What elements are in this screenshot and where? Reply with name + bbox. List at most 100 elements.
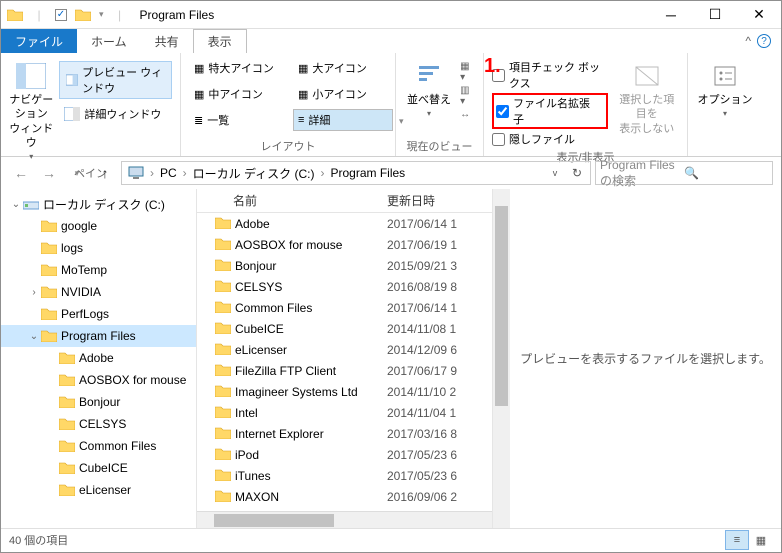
icons-view-button[interactable]: ▦ <box>749 530 773 550</box>
preview-pane: プレビューを表示するファイルを選択します。 <box>510 189 781 528</box>
details-pane-button[interactable]: 詳細ウィンドウ <box>59 103 172 125</box>
list-item[interactable]: Imagineer Systems Ltd2014/11/10 2 <box>197 381 492 402</box>
refresh-button[interactable]: ↻ <box>566 162 588 184</box>
address-dropdown[interactable]: v <box>544 162 566 184</box>
tree-item[interactable]: ⌄Program Files <box>1 325 196 347</box>
folder-icon <box>41 263 57 277</box>
sizecols[interactable]: ↔ <box>460 109 475 120</box>
item-checkboxes-checkbox[interactable]: 項目チェック ボックス <box>492 59 608 91</box>
tree-item[interactable]: Common Files <box>1 435 196 457</box>
cols-dropdown[interactable]: ▥ ▾ <box>460 85 475 107</box>
file-tab[interactable]: ファイル <box>1 29 77 53</box>
folder-qat-icon[interactable] <box>75 7 91 23</box>
list-item[interactable]: eLicenser2014/12/09 6 <box>197 339 492 360</box>
expander-icon[interactable]: ⌄ <box>27 331 41 342</box>
expander-icon[interactable]: › <box>27 287 41 298</box>
hidden-files-checkbox[interactable]: 隠しファイル <box>492 131 608 147</box>
titlebar: | ✓ ▾ | Program Files ─ ☐ ✕ <box>1 1 781 29</box>
breadcrumb-folder[interactable]: Program Files <box>327 162 410 184</box>
list-item[interactable]: Adobe2017/06/14 1 <box>197 213 492 234</box>
address-bar[interactable]: › PC › ローカル ディスク (C:) › Program Files v … <box>121 161 591 185</box>
collapse-ribbon-button[interactable]: ^ <box>745 34 751 48</box>
file-date: 2014/11/10 2 <box>387 385 477 399</box>
back-button[interactable]: ← <box>9 161 33 185</box>
share-tab[interactable]: 共有 <box>141 29 193 53</box>
expander-icon[interactable]: ⌄ <box>9 199 23 210</box>
qat-dropdown[interactable]: ▾ <box>99 9 104 20</box>
history-dropdown[interactable]: ▾ <box>65 161 89 185</box>
file-date: 2016/09/06 2 <box>387 490 477 504</box>
list-item[interactable]: Internet Explorer2017/03/16 8 <box>197 423 492 444</box>
filename-extensions-checkbox[interactable]: ファイル名拡張子 <box>492 93 608 129</box>
tree-item[interactable]: ›NVIDIA <box>1 281 196 303</box>
list-item[interactable]: FileZilla FTP Client2017/06/17 9 <box>197 360 492 381</box>
minimize-button[interactable]: ─ <box>649 1 693 29</box>
list-item[interactable]: AOSBOX for mouse2017/06/19 1 <box>197 234 492 255</box>
item-count: 40 個の項目 <box>9 532 68 548</box>
tree-item[interactable]: Adobe <box>1 347 196 369</box>
list-item[interactable]: Bonjour2015/09/21 3 <box>197 255 492 276</box>
tree-item[interactable]: PerfLogs <box>1 303 196 325</box>
tree-item[interactable]: Bonjour <box>1 391 196 413</box>
up-button[interactable]: ↑ <box>93 161 117 185</box>
folder-icon <box>59 351 75 365</box>
forward-button[interactable]: → <box>37 161 61 185</box>
file-list[interactable]: 名前 更新日時 Adobe2017/06/14 1AOSBOX for mous… <box>197 189 493 528</box>
maximize-button[interactable]: ☐ <box>693 1 737 29</box>
tree-item-label: Adobe <box>79 351 114 365</box>
column-date[interactable]: 更新日時 <box>387 192 477 209</box>
home-tab[interactable]: ホーム <box>77 29 141 53</box>
file-name: CubeICE <box>235 322 284 336</box>
list-item[interactable]: Intel2014/11/04 1 <box>197 402 492 423</box>
view-tab[interactable]: 表示 <box>193 29 247 53</box>
medium-icon: ▦ <box>194 88 204 101</box>
tree-item[interactable]: CELSYS <box>1 413 196 435</box>
file-date: 2014/12/09 6 <box>387 343 477 357</box>
tree-item-label: Common Files <box>79 439 156 453</box>
tree-item[interactable]: MoTemp <box>1 259 196 281</box>
hide-selected-button[interactable]: 選択した項目を 表示しない <box>614 57 679 136</box>
breadcrumb-pc[interactable]: PC <box>156 162 181 184</box>
navigation-pane-button[interactable]: ナビゲーション ウィンドウ ▾ <box>9 57 53 163</box>
preview-pane-button[interactable]: プレビュー ウィンドウ <box>59 61 172 99</box>
file-name: Bonjour <box>235 259 276 273</box>
file-date: 2017/05/23 6 <box>387 469 477 483</box>
tree-item[interactable]: AOSBOX for mouse <box>1 369 196 391</box>
file-date: 2017/05/23 6 <box>387 448 477 462</box>
sort-button[interactable]: 並べ替え ▾ <box>404 57 454 120</box>
list-item[interactable]: iTunes2017/05/23 6 <box>197 465 492 486</box>
nav-tree[interactable]: ⌄ ローカル ディスク (C:) googlelogsMoTemp›NVIDIAPe… <box>1 189 197 528</box>
group-dropdown[interactable]: ▦ ▾ <box>460 61 475 83</box>
file-name: Common Files <box>235 301 312 315</box>
list-item[interactable]: Common Files2017/06/14 1 <box>197 297 492 318</box>
close-button[interactable]: ✕ <box>737 1 781 29</box>
breadcrumb-drive[interactable]: ローカル ディスク (C:) <box>189 162 319 184</box>
xlarge-icon: ▦ <box>194 62 204 75</box>
tree-item-label: Bonjour <box>79 395 120 409</box>
tree-item[interactable]: google <box>1 215 196 237</box>
tree-item[interactable]: logs <box>1 237 196 259</box>
list-item[interactable]: iPod2017/05/23 6 <box>197 444 492 465</box>
vertical-scrollbar[interactable] <box>493 189 510 528</box>
list-item[interactable]: CELSYS2016/08/19 8 <box>197 276 492 297</box>
folder-icon <box>215 216 231 232</box>
checkbox-icon[interactable]: ✓ <box>55 9 67 21</box>
column-name[interactable]: 名前 <box>197 192 387 209</box>
search-input[interactable]: Program Filesの検索 🔍 <box>595 161 773 185</box>
horizontal-scrollbar[interactable] <box>197 511 492 528</box>
list-item[interactable]: MAXON2016/09/06 2 <box>197 486 492 507</box>
layout-gallery[interactable]: ▦特大アイコン ▦大アイコン ▦中アイコン ▦小アイコン ≣一覧 ≡詳細 <box>189 57 393 133</box>
tree-item[interactable]: eLicenser <box>1 479 196 501</box>
tree-item[interactable]: CubeICE <box>1 457 196 479</box>
help-button[interactable]: ? <box>757 34 771 48</box>
tree-item-label: ローカル ディスク (C:) <box>43 196 165 213</box>
folder-icon <box>215 426 231 442</box>
details-view-button[interactable]: ≡ <box>725 530 749 550</box>
list-item[interactable]: CubeICE2014/11/08 1 <box>197 318 492 339</box>
tree-item[interactable]: ⌄ ローカル ディスク (C:) <box>1 193 196 215</box>
file-date: 2016/08/19 8 <box>387 280 477 294</box>
options-button[interactable]: オプション ▾ <box>696 57 754 120</box>
folder-icon <box>41 285 57 299</box>
qat-separator-2: | <box>112 7 128 23</box>
annotation-1: 1. <box>484 55 501 78</box>
